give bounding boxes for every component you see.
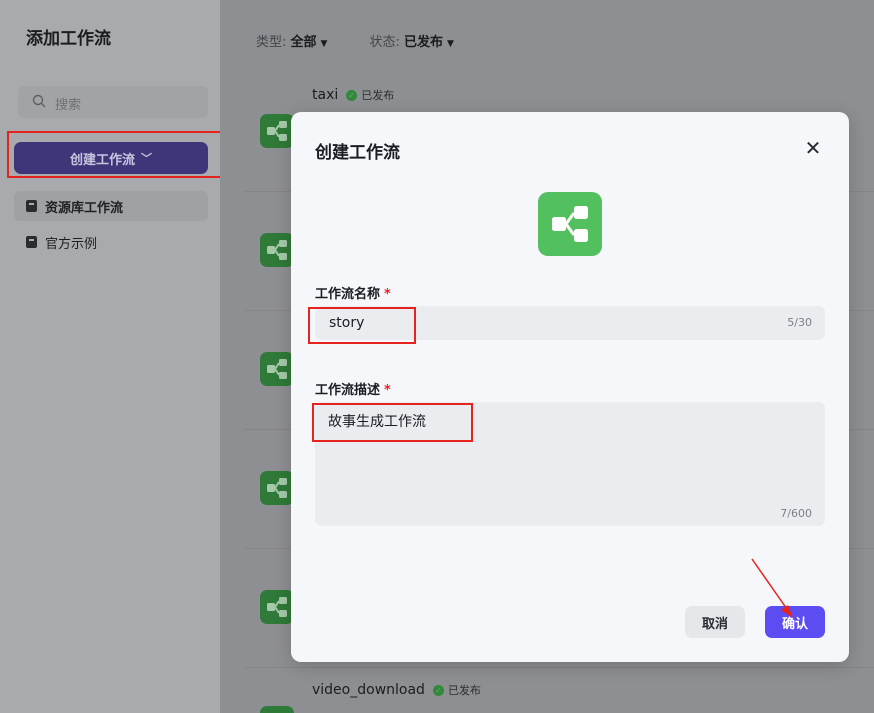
desc-label-text: 工作流描述 <box>315 383 381 398</box>
workflow-row-title[interactable]: video_download ✓ 已发布 <box>312 682 481 698</box>
sidebar-title: 添加工作流 <box>26 29 111 49</box>
type-filter-label: 类型: <box>256 35 287 50</box>
create-workflow-dialog: 创建工作流 ✕ 工作流名称 * story 5/30 工作流描述 * 故事生成工作流… <box>291 112 849 662</box>
status-filter-label: 状态: <box>369 35 400 50</box>
annotation-box-description <box>312 403 473 442</box>
cancel-button[interactable]: 取消 <box>685 606 745 638</box>
status-text: 已发布 <box>361 89 395 102</box>
sidebar-item-label: 资源库工作流 <box>45 200 124 216</box>
status-filter[interactable]: 状态: 已发布 ▼ <box>369 31 453 50</box>
close-icon[interactable]: ✕ <box>803 138 823 158</box>
search-icon <box>32 94 46 108</box>
workflow-name: taxi <box>312 87 339 103</box>
search-placeholder: 搜索 <box>55 98 82 113</box>
caret-down-icon: ▼ <box>447 39 454 49</box>
search-input[interactable]: 搜索 <box>18 86 208 118</box>
name-field-label: 工作流名称 * <box>315 283 391 302</box>
status-badge: ✓ 已发布 <box>346 87 394 103</box>
sidebar-item-library[interactable]: 资源库工作流 <box>14 191 208 221</box>
workflow-icon <box>260 352 294 386</box>
workflow-row-title[interactable]: taxi ✓ 已发布 <box>312 87 394 103</box>
book-icon <box>26 236 37 248</box>
status-badge: ✓ 已发布 <box>432 682 481 698</box>
annotation-box-create <box>7 131 222 178</box>
confirm-button[interactable]: 确认 <box>765 606 825 638</box>
sidebar: 添加工作流 搜索 创建工作流 ﹀ 资源库工作流 官方示例 <box>0 0 220 713</box>
workflow-icon <box>260 114 294 148</box>
check-circle-icon: ✓ <box>346 89 358 101</box>
name-char-count: 5/30 <box>787 316 812 329</box>
workflow-icon <box>260 233 294 267</box>
required-mark: * <box>384 383 391 398</box>
sidebar-item-label: 官方示例 <box>45 236 98 252</box>
check-circle-icon: ✓ <box>432 684 444 696</box>
status-filter-value: 已发布 <box>404 35 444 50</box>
caret-down-icon: ▼ <box>320 39 328 49</box>
workflow-name: video_download <box>312 682 425 698</box>
desc-field-label: 工作流描述 * <box>315 379 391 398</box>
workflow-icon <box>260 590 294 624</box>
dialog-title: 创建工作流 <box>315 143 400 163</box>
row-divider <box>244 667 874 668</box>
annotation-box-name <box>308 307 416 344</box>
workflow-icon <box>260 706 294 713</box>
type-filter-value: 全部 <box>290 35 317 50</box>
status-text: 已发布 <box>447 684 481 697</box>
filter-bar: 类型: 全部 ▼ 状态: 已发布 ▼ <box>256 31 454 50</box>
required-mark: * <box>384 287 391 302</box>
book-icon <box>26 200 37 212</box>
workflow-icon[interactable] <box>538 192 602 256</box>
workflow-icon <box>260 471 294 505</box>
type-filter[interactable]: 类型: 全部 ▼ <box>256 31 327 50</box>
desc-char-count: 7/600 <box>780 507 812 520</box>
sidebar-item-examples[interactable]: 官方示例 <box>14 227 208 257</box>
name-label-text: 工作流名称 <box>315 287 381 302</box>
